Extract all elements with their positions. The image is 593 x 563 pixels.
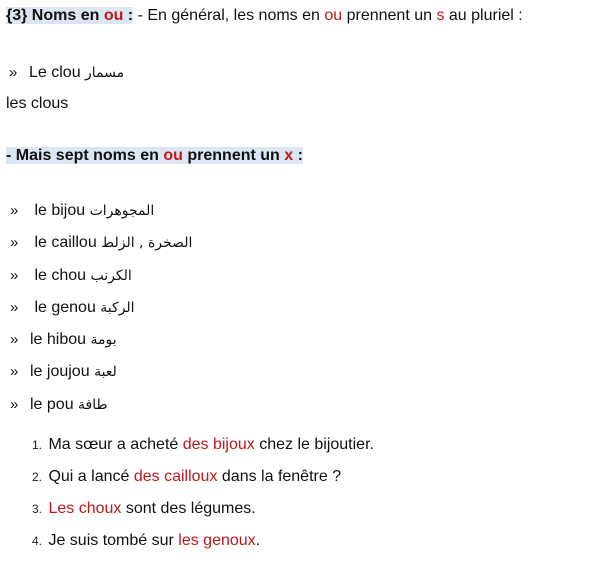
list-item: » le genou الركبة xyxy=(10,298,135,318)
arabic-translation: بومة xyxy=(90,332,117,348)
section-3-title-line: {3} Noms en ou : - En général, les noms … xyxy=(6,6,523,26)
list-item: » le joujou لعبة xyxy=(10,362,117,382)
arabic-translation: المجوهرات xyxy=(89,203,155,219)
sentence-item: 2. Qui a lancé des cailloux dans la fenê… xyxy=(28,467,341,487)
arabic-translation: مسمار xyxy=(85,65,125,81)
bullet-icon: » xyxy=(10,299,19,316)
exception-heading-text: - Mais sept noms en ou prennent un x : xyxy=(6,147,303,164)
exception-word: le chou xyxy=(34,267,87,284)
sentence-item: 1. Ma sœur a acheté des bijoux chez le b… xyxy=(28,435,374,455)
example-singular: » Le clou مسمار xyxy=(9,63,124,83)
rule-text: - En général, les noms en ou prennent un… xyxy=(133,7,523,24)
exception-word: le bijou xyxy=(34,202,86,219)
list-item: » le bijou المجوهرات xyxy=(10,201,154,221)
arabic-translation: لعبة xyxy=(94,364,117,380)
exception-word: le genou xyxy=(34,299,96,316)
bullet-icon: » xyxy=(10,396,19,413)
exception-heading: - Mais sept noms en ou prennent un x : xyxy=(6,146,303,166)
list-item: » le chou الكرنب xyxy=(10,266,132,286)
exception-word: le caillou xyxy=(34,234,97,251)
bullet-icon: » xyxy=(10,202,19,219)
item-number: 3. xyxy=(31,502,42,516)
exception-word: le hibou xyxy=(30,331,87,348)
arabic-translation: الكرنب xyxy=(90,268,132,284)
bullet-icon: » xyxy=(10,234,19,251)
list-item: » le hibou بومة xyxy=(10,330,117,350)
example-plural: les clous xyxy=(6,95,69,112)
sentence-item: 4. Je suis tombé sur les genoux. xyxy=(28,531,260,551)
item-number: 1. xyxy=(31,438,42,452)
sentence-item: 3. Les choux sont des légumes. xyxy=(28,499,256,519)
arabic-translation: طافة xyxy=(78,397,108,413)
list-item: » le caillou الصخرة , الزلط xyxy=(10,233,192,253)
example-word: Le clou xyxy=(29,64,81,81)
item-number: 4. xyxy=(31,534,42,548)
section-3-label: {3} Noms en ou : xyxy=(6,7,134,24)
bullet-icon: » xyxy=(9,64,18,81)
bullet-icon: » xyxy=(10,331,19,348)
list-item: » le pou طافة xyxy=(10,395,108,415)
bullet-icon: » xyxy=(10,267,19,284)
exception-word: le joujou xyxy=(30,363,90,380)
item-number: 2. xyxy=(31,470,42,484)
bullet-icon: » xyxy=(10,363,19,380)
document: {3} Noms en ou : - En général, les noms … xyxy=(0,0,593,563)
exception-word: le pou xyxy=(30,396,74,413)
arabic-translation: الركبة xyxy=(100,300,135,316)
arabic-translation: الصخرة , الزلط xyxy=(101,235,193,251)
